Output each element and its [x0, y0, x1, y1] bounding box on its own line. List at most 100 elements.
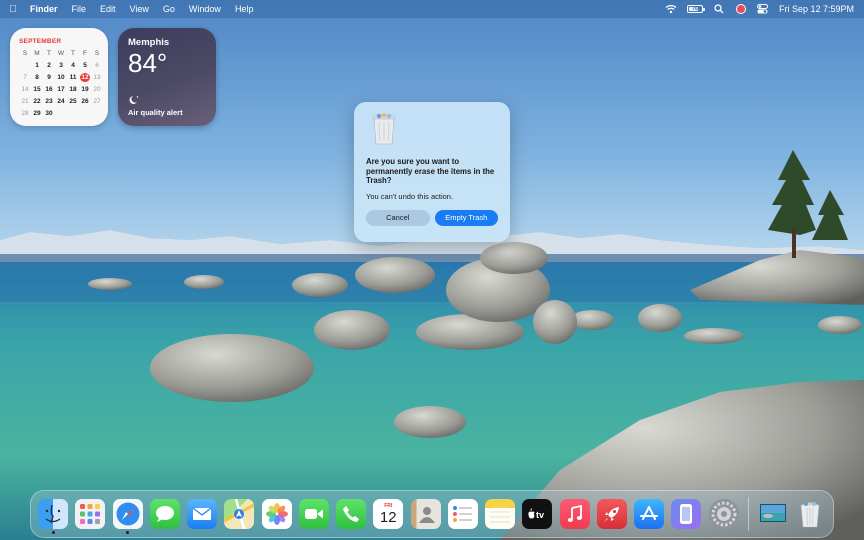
dock-item-apple-tv[interactable]: tv — [522, 499, 553, 529]
dialog-title: Are you sure you want to permanently era… — [366, 157, 495, 185]
dock-item-rocket-app[interactable] — [596, 499, 627, 529]
menu-window[interactable]: Window — [183, 0, 229, 18]
calendar-day: 6 — [95, 62, 99, 69]
cancel-button[interactable]: Cancel — [366, 209, 430, 226]
system-settings-icon — [708, 499, 739, 529]
calendar-day: 29 — [33, 110, 41, 117]
dock: FRI 12 tv — [30, 490, 834, 538]
calendar-day: 11 — [69, 74, 77, 81]
calendar-weekday-label: S — [94, 50, 100, 57]
calendar-day: 3 — [59, 62, 63, 69]
spotlight-search-icon[interactable] — [713, 3, 725, 15]
calendar-month-label: SEPTEMBER — [19, 38, 62, 45]
weather-widget[interactable]: Memphis 84° Air quality alert — [118, 28, 216, 126]
apple-menu-icon[interactable]:  — [0, 4, 26, 15]
finder-icon — [38, 499, 68, 529]
dock-item-iphone-mirroring[interactable] — [671, 499, 702, 529]
dialog-message: You can't undo this action. — [366, 191, 454, 201]
dock-item-downloads-stack[interactable] — [758, 499, 788, 529]
calendar-day — [55, 109, 67, 118]
running-indicator — [126, 531, 129, 534]
dock-separator — [747, 497, 749, 531]
calendar-day: 1 — [35, 62, 39, 69]
empty-trash-button[interactable]: Empty Trash — [434, 209, 498, 226]
calendar-day: 19 — [81, 86, 89, 93]
dock-item-facetime[interactable] — [298, 499, 329, 529]
dock-calendar-day: 12 — [379, 509, 397, 526]
wifi-icon[interactable] — [665, 3, 677, 15]
calendar-day: 28 — [21, 110, 29, 117]
menu-help[interactable]: Help — [229, 0, 262, 18]
menu-app-name[interactable]: Finder — [26, 0, 66, 18]
dock-item-reminders[interactable] — [447, 499, 478, 529]
dock-item-messages[interactable] — [149, 499, 180, 529]
control-center-icon[interactable] — [757, 3, 769, 15]
photos-icon — [261, 499, 292, 529]
calendar-weekday-label: T — [47, 50, 51, 57]
music-icon — [559, 499, 590, 529]
desktop-image-stack-icon — [758, 499, 788, 529]
battery-icon[interactable]: 76 — [686, 5, 705, 13]
dock-item-finder[interactable] — [38, 499, 68, 534]
calendar-day: 15 — [33, 86, 41, 93]
launchpad-icon — [75, 499, 106, 529]
calendar-day: 4 — [71, 62, 75, 69]
calendar-day: 26 — [81, 98, 89, 105]
apple-tv-icon: tv — [522, 499, 553, 529]
dock-item-contacts[interactable] — [410, 499, 441, 529]
calendar-day: 21 — [21, 98, 29, 105]
messages-icon — [149, 499, 180, 529]
dock-item-mail[interactable] — [187, 499, 217, 529]
dock-item-maps[interactable] — [224, 499, 255, 529]
maps-icon — [224, 499, 255, 529]
calendar-day: 9 — [47, 74, 51, 81]
menu-bar-extras: 76 Fri Sep 12 7:59PM — [665, 3, 864, 15]
dock-item-trash[interactable] — [795, 499, 825, 529]
calendar-icon: FRI 12 — [373, 499, 404, 529]
calendar-weekday-label: W — [57, 50, 65, 57]
svg-text:tv: tv — [536, 510, 544, 520]
calendar-widget[interactable]: SEPTEMBER S M T W T F S 1 2 3 4 5 6 7 8 9 10 11 12 13 14 15 16… — [10, 28, 108, 126]
moon-icon — [129, 96, 139, 104]
calendar-day: 17 — [57, 86, 65, 93]
contacts-icon — [410, 499, 441, 529]
calendar-day: 20 — [93, 86, 101, 93]
calendar-day-grid: S M T W T F S 1 2 3 4 5 6 7 8 9 10 11 12 13 14 15 16 17 18 19 20 21… — [19, 49, 100, 118]
dock-item-music[interactable] — [559, 499, 590, 529]
menu-file[interactable]: File — [66, 0, 95, 18]
calendar-day: 13 — [93, 74, 101, 81]
dock-item-system-settings[interactable] — [708, 499, 739, 529]
menu-go[interactable]: Go — [157, 0, 183, 18]
calendar-day: 22 — [33, 98, 41, 105]
dock-item-launchpad[interactable] — [75, 499, 106, 529]
calendar-day: 27 — [93, 98, 101, 105]
dock-item-safari[interactable] — [112, 499, 143, 534]
facetime-icon — [298, 499, 329, 529]
phone-icon — [336, 499, 366, 529]
dock-item-notes[interactable] — [485, 499, 515, 529]
calendar-day: 2 — [47, 62, 51, 69]
calendar-weekday-label: S — [22, 50, 28, 57]
dock-item-photos[interactable] — [261, 499, 292, 529]
battery-percentage: 76 — [692, 6, 698, 12]
rocket-icon — [596, 499, 627, 529]
calendar-day: 18 — [69, 86, 77, 93]
weather-city: Memphis — [128, 37, 170, 48]
menu-bar:  Finder File Edit View Go Window Help 7… — [0, 0, 864, 18]
menu-view[interactable]: View — [124, 0, 157, 18]
user-avatar-icon[interactable] — [735, 3, 747, 15]
calendar-day — [91, 109, 103, 118]
safari-icon — [112, 499, 143, 529]
dock-item-phone[interactable] — [336, 499, 366, 529]
dock-item-calendar[interactable]: FRI 12 — [373, 499, 404, 529]
dock-item-app-store[interactable] — [634, 499, 664, 529]
menu-edit[interactable]: Edit — [94, 0, 124, 18]
calendar-day: 25 — [69, 98, 77, 105]
calendar-day: 24 — [57, 98, 65, 105]
calendar-day: 30 — [45, 110, 53, 117]
calendar-day — [67, 109, 79, 118]
iphone-mirroring-icon — [671, 499, 702, 529]
menu-bar-clock[interactable]: Fri Sep 12 7:59PM — [779, 4, 854, 14]
calendar-day: 10 — [57, 74, 65, 81]
mail-icon — [187, 499, 217, 529]
